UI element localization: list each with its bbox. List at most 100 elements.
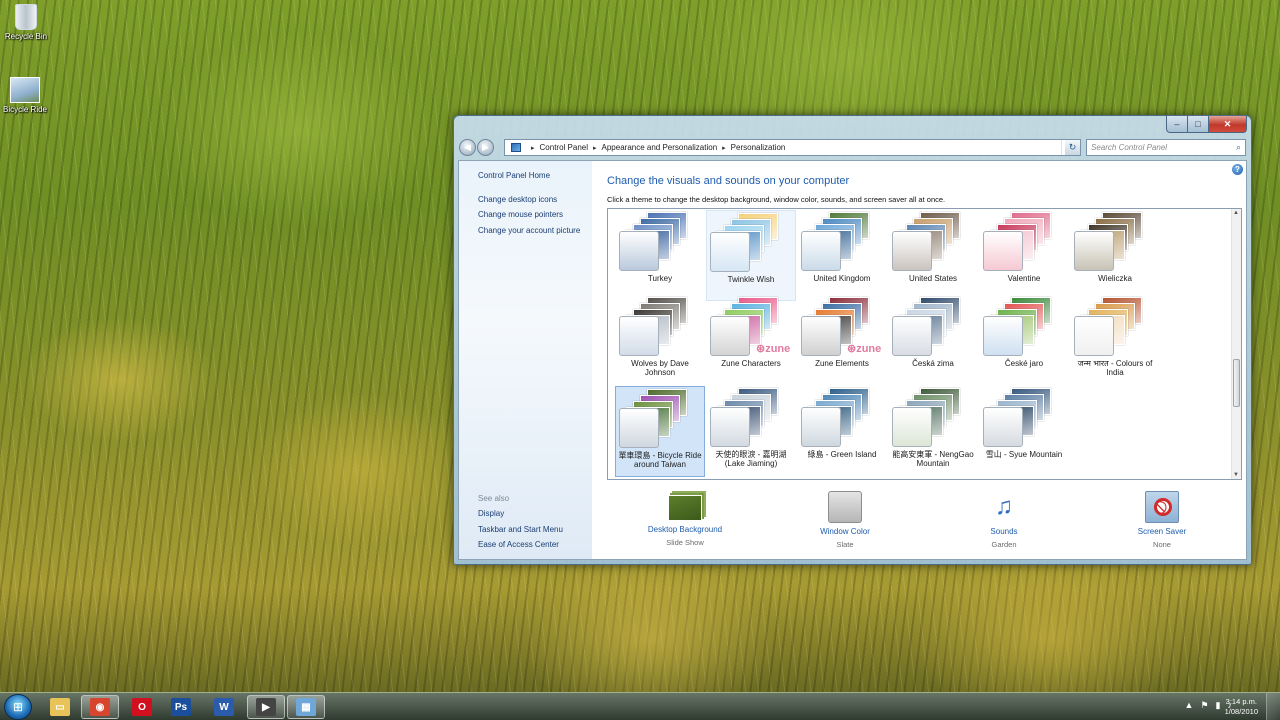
content-area: Control Panel Home Change desktop icons … bbox=[458, 160, 1247, 560]
breadcrumb-personalization[interactable]: Personalization bbox=[731, 143, 786, 152]
window-color-swatch bbox=[619, 408, 659, 448]
theme-tile[interactable]: 綠島 - Green Island bbox=[797, 386, 887, 477]
taskbar-explorer[interactable]: ▭ bbox=[41, 695, 79, 719]
change-desktop-icons-link[interactable]: Change desktop icons bbox=[478, 195, 557, 204]
taskbar-control-panel[interactable]: ▦ bbox=[287, 695, 325, 719]
start-button[interactable]: ⊞ bbox=[4, 694, 32, 720]
window-color-swatch bbox=[619, 231, 659, 271]
theme-tile[interactable]: Turkey bbox=[615, 210, 705, 301]
minimize-button[interactable]: – bbox=[1166, 116, 1188, 133]
scroll-down-icon[interactable]: ▼ bbox=[1233, 472, 1239, 478]
bicycle-ride-shortcut[interactable]: Bicycle Ride bbox=[0, 77, 50, 114]
control-panel-home-link[interactable]: Control Panel Home bbox=[478, 171, 550, 180]
forward-button[interactable]: ▶ bbox=[477, 139, 494, 156]
theme-tile[interactable]: Twinkle Wish bbox=[706, 210, 796, 301]
refresh-button[interactable]: ↻ bbox=[1065, 139, 1081, 156]
screen-saver-label[interactable]: Screen Saver bbox=[1107, 527, 1217, 536]
theme-tile[interactable]: Valentine bbox=[979, 210, 1069, 301]
theme-tile[interactable]: ⊛zune Zune Elements bbox=[797, 295, 887, 386]
theme-tile[interactable]: 雪山 - Syue Mountain bbox=[979, 386, 1069, 477]
theme-tile[interactable]: Wieliczka bbox=[1070, 210, 1160, 301]
network-icon[interactable]: ▮ bbox=[1216, 700, 1221, 711]
system-clock[interactable]: 3:14 p.m. 1/08/2010 bbox=[1225, 697, 1258, 717]
help-icon[interactable]: ? bbox=[1232, 164, 1243, 175]
page-description: Click a theme to change the desktop back… bbox=[607, 195, 946, 204]
theme-tile[interactable]: United Kingdom bbox=[797, 210, 887, 301]
window-color-swatch bbox=[892, 231, 932, 271]
search-input[interactable]: Search Control Panel ⌕ bbox=[1086, 139, 1246, 156]
theme-name: Twinkle Wish bbox=[727, 275, 775, 284]
theme-name: United States bbox=[908, 274, 958, 283]
theme-preview bbox=[890, 386, 976, 448]
theme-tile[interactable]: United States bbox=[888, 210, 978, 301]
theme-tile[interactable]: Wolves by Dave Johnson bbox=[615, 295, 705, 386]
theme-preview bbox=[799, 386, 885, 448]
window-color-setting[interactable]: Window Color Slate bbox=[790, 491, 900, 549]
theme-tile[interactable]: 天使的眼淚 - 嘉明湖 (Lake Jiaming) bbox=[706, 386, 796, 477]
scroll-up-icon[interactable]: ▲ bbox=[1233, 210, 1239, 216]
theme-name: 單車環島 - Bicycle Ride around Taiwan bbox=[618, 451, 702, 469]
show-desktop-button[interactable] bbox=[1266, 693, 1280, 720]
scroll-thumb[interactable] bbox=[1233, 359, 1240, 407]
theme-list-scrollbar[interactable]: ▲ ▼ bbox=[1231, 209, 1241, 479]
change-account-picture-link[interactable]: Change your account picture bbox=[478, 226, 580, 235]
theme-preview bbox=[981, 386, 1067, 448]
bicycle-ride-label: Bicycle Ride bbox=[2, 105, 47, 114]
theme-tile[interactable]: České jaro bbox=[979, 295, 1069, 386]
theme-name: Wieliczka bbox=[1098, 274, 1132, 283]
theme-preview bbox=[1072, 210, 1158, 272]
theme-preview bbox=[617, 210, 703, 272]
opera-icon: O bbox=[132, 698, 152, 716]
theme-name: 綠島 - Green Island bbox=[807, 450, 877, 459]
back-button[interactable]: ◀ bbox=[459, 139, 476, 156]
see-also-heading: See also bbox=[478, 494, 510, 503]
ease-of-access-link[interactable]: Ease of Access Center bbox=[478, 540, 559, 549]
screen-saver-setting[interactable]: ⃠ Screen Saver None bbox=[1107, 491, 1217, 549]
window-color-swatch bbox=[983, 231, 1023, 271]
action-center-flag-icon[interactable]: ⚑ bbox=[1200, 700, 1208, 711]
theme-tile[interactable]: 能高安東軍 - NengGao Mountain bbox=[888, 386, 978, 477]
control-panel-icon: ▦ bbox=[296, 698, 316, 716]
window-color-label[interactable]: Window Color bbox=[790, 527, 900, 536]
close-button[interactable]: ✕ bbox=[1209, 116, 1247, 133]
theme-tile[interactable]: जन्म भारत - Colours of India bbox=[1070, 295, 1160, 386]
taskbar-media-player[interactable]: ▶ bbox=[247, 695, 285, 719]
theme-tile[interactable]: 單車環島 - Bicycle Ride around Taiwan bbox=[615, 386, 705, 477]
sidebar: Control Panel Home Change desktop icons … bbox=[459, 161, 592, 559]
sounds-label[interactable]: Sounds bbox=[949, 527, 1059, 536]
zune-logo: ⊛zune bbox=[756, 343, 791, 355]
theme-tile[interactable]: ⊛zune Zune Characters bbox=[706, 295, 796, 386]
taskbar-chrome[interactable]: ◉ bbox=[81, 695, 119, 719]
desktop-background-label[interactable]: Desktop Background bbox=[630, 525, 740, 534]
breadcrumb-appearance[interactable]: Appearance and Personalization bbox=[602, 143, 718, 152]
search-icon[interactable]: ⌕ bbox=[1236, 142, 1241, 153]
clock-time: 3:14 p.m. bbox=[1225, 697, 1257, 706]
theme-tile[interactable]: Česká zima bbox=[888, 295, 978, 386]
theme-name: Zune Characters bbox=[721, 359, 781, 368]
show-hidden-icons-icon[interactable]: ▲ bbox=[1185, 700, 1194, 711]
theme-name: Česká zima bbox=[912, 359, 954, 368]
change-mouse-pointers-link[interactable]: Change mouse pointers bbox=[478, 210, 563, 219]
theme-name: České jaro bbox=[1004, 359, 1044, 368]
chevron-right-icon: ▸ bbox=[531, 144, 535, 152]
desktop-background-setting[interactable]: Desktop Background Slide Show bbox=[630, 491, 740, 547]
window-color-swatch bbox=[1074, 316, 1114, 356]
recycle-bin-shortcut[interactable]: Recycle Bin bbox=[1, 4, 51, 41]
taskbar-start-menu-link[interactable]: Taskbar and Start Menu bbox=[478, 525, 563, 534]
theme-name: Wolves by Dave Johnson bbox=[631, 359, 689, 377]
desktop-background-icon bbox=[668, 495, 702, 521]
taskbar-opera[interactable]: O bbox=[123, 695, 161, 719]
window-color-swatch bbox=[710, 316, 750, 356]
display-link[interactable]: Display bbox=[478, 509, 504, 518]
window-color-swatch bbox=[983, 316, 1023, 356]
media-player-icon: ▶ bbox=[256, 698, 276, 716]
taskbar-photoshop[interactable]: Ps bbox=[162, 695, 200, 719]
taskbar-word[interactable]: W bbox=[205, 695, 243, 719]
maximize-button[interactable]: □ bbox=[1188, 116, 1209, 133]
breadcrumb-control-panel[interactable]: Control Panel bbox=[540, 143, 588, 152]
theme-preview bbox=[890, 210, 976, 272]
sounds-setting[interactable]: ♫ Sounds Garden bbox=[949, 491, 1059, 549]
address-bar[interactable]: ▸ Control Panel ▸ Appearance and Persona… bbox=[504, 139, 1076, 156]
theme-name: Turkey bbox=[647, 274, 673, 283]
word-icon: W bbox=[214, 698, 234, 716]
